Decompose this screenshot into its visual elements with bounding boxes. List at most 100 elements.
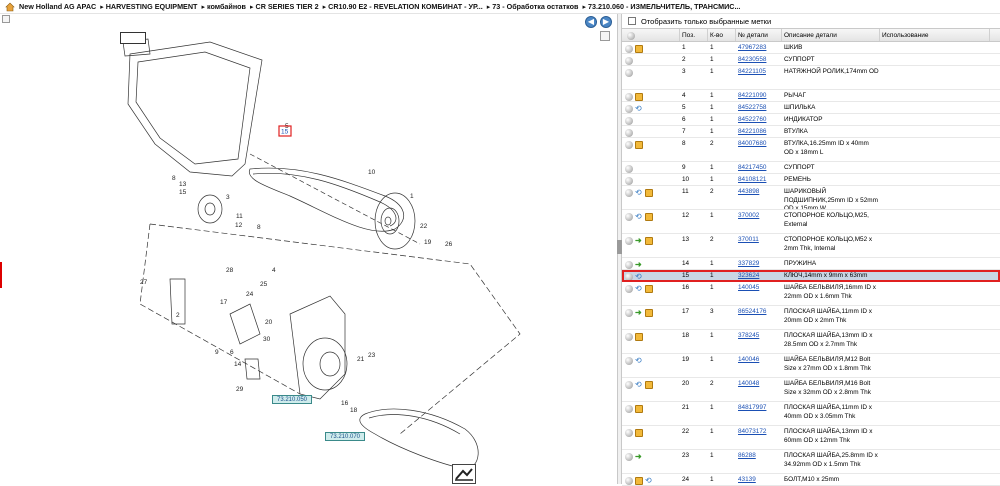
table-row[interactable]: ⟲ 15 1 323624 КЛЮЧ,14mm x 9mm x 63mm [622,270,1000,282]
col-qty[interactable]: К-во [708,29,736,41]
select-radio-icon[interactable] [625,237,633,245]
forward-arrow-icon[interactable]: ▶ [600,16,612,28]
part-number-link[interactable]: 84230558 [736,54,782,65]
select-radio-icon[interactable] [625,165,633,173]
table-row[interactable]: 7 1 84221086 ВТУЛКА [622,126,1000,138]
part-number-link[interactable]: 86288 [736,450,782,473]
table-row[interactable]: 9 1 84217450 СУППОРТ [622,162,1000,174]
table-row[interactable]: 4 1 84221090 РЫЧАГ [622,90,1000,102]
cell-desc: ШАЙБА БЕЛЬВИЛЯ,16mm ID x 22mm OD x 1.6mm… [784,284,876,300]
table-row[interactable]: 21 1 84817997 ПЛОСКАЯ ШАЙБА,11mm ID x 40mm … [622,402,1000,426]
part-number-link[interactable]: 84073172 [736,426,782,449]
cell-pos: 14 [682,260,690,267]
col-desc[interactable]: Описание детали [782,29,880,41]
table-row[interactable]: 6 1 84522760 ИНДИКАТОР [622,114,1000,126]
table-row[interactable]: ➜ 13 2 370011 СТОПОРНОЕ КОЛЬЦО,M52 x 2mm Thk… [622,234,1000,258]
breadcrumb-item[interactable]: 73.210.060 - ИЗМЕЛЬЧИТЕЛЬ, ТРАНСМИС... [582,2,740,11]
breadcrumb-item[interactable]: комбайнов [201,2,246,11]
select-radio-icon[interactable] [625,57,633,65]
exploded-diagram[interactable]: 123 5 8 10 11 12 13 14 15 16 17 18 22 19 26 28 29 2… [0,14,620,484]
select-radio-icon[interactable] [625,117,633,125]
select-radio-icon[interactable] [625,357,633,365]
select-radio-icon[interactable] [625,69,633,77]
breadcrumb-item[interactable]: New Holland AG APAC [19,2,96,11]
show-selected-checkbox[interactable] [628,17,636,25]
table-row[interactable]: ⟲ 11 2 443898 ШАРИКОВЫЙ ПОДШИПНИК,25mm ID x … [622,186,1000,210]
breadcrumb-item[interactable]: CR SERIES TIER 2 [250,2,319,11]
part-number-link[interactable]: 84522760 [736,114,782,125]
select-radio-icon[interactable] [625,333,633,341]
part-number-link[interactable]: 84108121 [736,174,782,185]
part-number-link[interactable]: 370011 [736,234,782,257]
part-number-link[interactable]: 443898 [736,186,782,209]
collapse-icon[interactable] [600,31,610,41]
parts-diagram-svg[interactable]: 123 5810 111213 141516 171822 19 2628 292… [0,14,620,484]
col-pos[interactable]: Поз. [680,29,708,41]
part-number-link[interactable]: 84007680 [736,138,782,161]
part-number-link[interactable]: 86524176 [736,306,782,329]
breadcrumb-item[interactable]: 73 - Обработка остатков [487,2,578,11]
part-number-link[interactable]: 84221090 [736,90,782,101]
col-use[interactable]: Использование [880,29,990,41]
table-row[interactable]: 8 2 84007680 ВТУЛКА,16.25mm ID x 40mm OD x … [622,138,1000,162]
select-radio-icon[interactable] [625,45,633,53]
select-radio-icon[interactable] [625,105,633,113]
settings-icon[interactable] [627,32,635,40]
table-row[interactable]: 18 1 378245 ПЛОСКАЯ ШАЙБА,13mm ID x 28.5mm … [622,330,1000,354]
part-number-link[interactable]: 370002 [736,210,782,233]
table-row[interactable]: ⟲ 12 1 370002 СТОПОРНОЕ КОЛЬЦО,M25, External [622,210,1000,234]
table-row[interactable]: 22 1 84073172 ПЛОСКАЯ ШАЙБА,13mm ID x 60mm … [622,426,1000,450]
part-number-link[interactable]: 84217450 [736,162,782,173]
breadcrumb-item[interactable]: HARVESTING EQUIPMENT [100,2,198,11]
table-row[interactable]: ➜ 23 1 86288 ПЛОСКАЯ ШАЙБА,25.8mm ID x 34.92… [622,450,1000,474]
select-radio-icon[interactable] [625,381,633,389]
expand-icon[interactable] [2,15,10,23]
breadcrumb-item[interactable]: CR10.90 E2 - REVELATION КОМБИНАТ - УР... [323,2,483,11]
home-icon[interactable] [5,2,15,12]
part-number-link[interactable]: 47967283 [736,42,782,53]
table-row[interactable]: ⟲ 5 1 84522758 ШПИЛЬКА [622,102,1000,114]
part-number-link[interactable]: 84817997 [736,402,782,425]
select-radio-icon[interactable] [625,177,633,185]
table-row[interactable]: ⟲ 19 1 140046 ШАЙБА БЕЛЬВИЛЯ,M12 Bolt Size x… [622,354,1000,378]
table-row[interactable]: ➜ 14 1 337829 ПРУЖИНА [622,258,1000,270]
callout-15[interactable]: 15 [281,129,289,136]
part-number-link[interactable]: 84522758 [736,102,782,113]
select-radio-icon[interactable] [625,273,633,281]
table-row[interactable]: 2 1 84230558 СУППОРТ [622,54,1000,66]
replace-arrow-icon: ⟲ [635,380,642,389]
table-row[interactable]: 1 1 47967283 ШКИВ [622,42,1000,54]
select-radio-icon[interactable] [625,285,633,293]
ref-link-73-210-070[interactable]: 73.210.070 [325,432,365,441]
select-radio-icon[interactable] [625,213,633,221]
select-radio-icon[interactable] [625,129,633,137]
table-row[interactable]: ➜ 17 3 86524176 ПЛОСКАЯ ШАЙБА,11mm ID x 20mm… [622,306,1000,330]
part-number-link[interactable]: 140048 [736,378,782,401]
col-num[interactable]: № детали [736,29,782,41]
select-radio-icon[interactable] [625,261,633,269]
cell-pos: 1 [682,44,686,51]
select-radio-icon[interactable] [625,189,633,197]
table-row[interactable]: 10 1 84108121 РЕМЕНЬ [622,174,1000,186]
select-radio-icon[interactable] [625,309,633,317]
part-number-link[interactable]: 140045 [736,282,782,305]
select-radio-icon[interactable] [625,141,633,149]
select-radio-icon[interactable] [625,405,633,413]
select-radio-icon[interactable] [625,453,633,461]
part-number-link[interactable]: 337829 [736,258,782,269]
table-row[interactable]: ⟲ 20 2 140048 ШАЙБА БЕЛЬВИЛЯ,M16 Bolt Size x… [622,378,1000,402]
zoom-fit-icon[interactable] [452,464,476,484]
part-number-link[interactable]: 140046 [736,354,782,377]
back-arrow-icon[interactable]: ◀ [585,16,597,28]
part-number-link[interactable]: 378245 [736,330,782,353]
select-radio-icon[interactable] [625,429,633,437]
part-number-link[interactable]: 84221086 [736,126,782,137]
ref-link-73-210-050[interactable]: 73.210.050 [272,395,312,404]
table-row[interactable]: 3 1 84221105 НАТЯЖНОЙ РОЛИК,174mm OD [622,66,1000,90]
part-number-link[interactable]: 43139 [736,474,782,485]
table-row[interactable]: ⟲ 16 1 140045 ШАЙБА БЕЛЬВИЛЯ,16mm ID x 22mm … [622,282,1000,306]
select-radio-icon[interactable] [625,93,633,101]
part-number-link[interactable]: 84221105 [736,66,782,89]
part-number-link[interactable]: 323624 [736,270,782,281]
table-row[interactable]: ⟲ 24 1 43139 БОЛТ,M10 x 25mm [622,474,1000,486]
